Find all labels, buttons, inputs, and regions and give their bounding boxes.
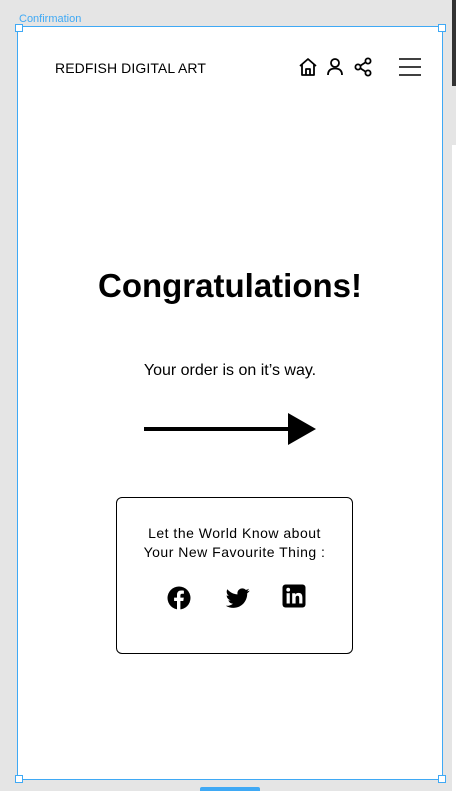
selection-handle-top-right[interactable]	[438, 24, 446, 32]
share-prompt: Let the World Know about Your New Favour…	[117, 524, 352, 562]
home-icon[interactable]	[298, 57, 318, 77]
page-title: Congratulations!	[98, 267, 362, 304]
twitter-icon[interactable]	[226, 586, 250, 610]
artboard-label[interactable]: Confirmation	[19, 13, 81, 25]
bottom-indicator-bar	[200, 787, 260, 791]
brand-logo-text[interactable]: REDFISH DIGITAL ART	[55, 60, 206, 76]
share-card: Let the World Know about Your New Favour…	[116, 497, 353, 654]
user-icon[interactable]	[325, 57, 345, 77]
selection-handle-top-left[interactable]	[15, 24, 23, 32]
editor-panel-edge	[452, 0, 456, 86]
editor-panel-edge-light	[452, 145, 456, 791]
order-status-message: Your order is on it’s way.	[143, 362, 317, 379]
share-icon[interactable]	[353, 57, 373, 77]
share-prompt-line-1: Let the World Know about	[148, 525, 321, 541]
selection-handle-bottom-right[interactable]	[438, 775, 446, 783]
arrow-right-icon[interactable]	[144, 412, 318, 446]
share-prompt-line-2: Your New Favourite Thing :	[143, 544, 326, 560]
selection-handle-bottom-left[interactable]	[15, 775, 23, 783]
facebook-icon[interactable]	[167, 586, 191, 610]
linkedin-icon[interactable]	[282, 584, 306, 608]
hamburger-menu-icon[interactable]	[398, 57, 422, 77]
confirmation-artboard[interactable]: REDFISH DIGITAL ART Congratulations! You…	[17, 26, 443, 780]
